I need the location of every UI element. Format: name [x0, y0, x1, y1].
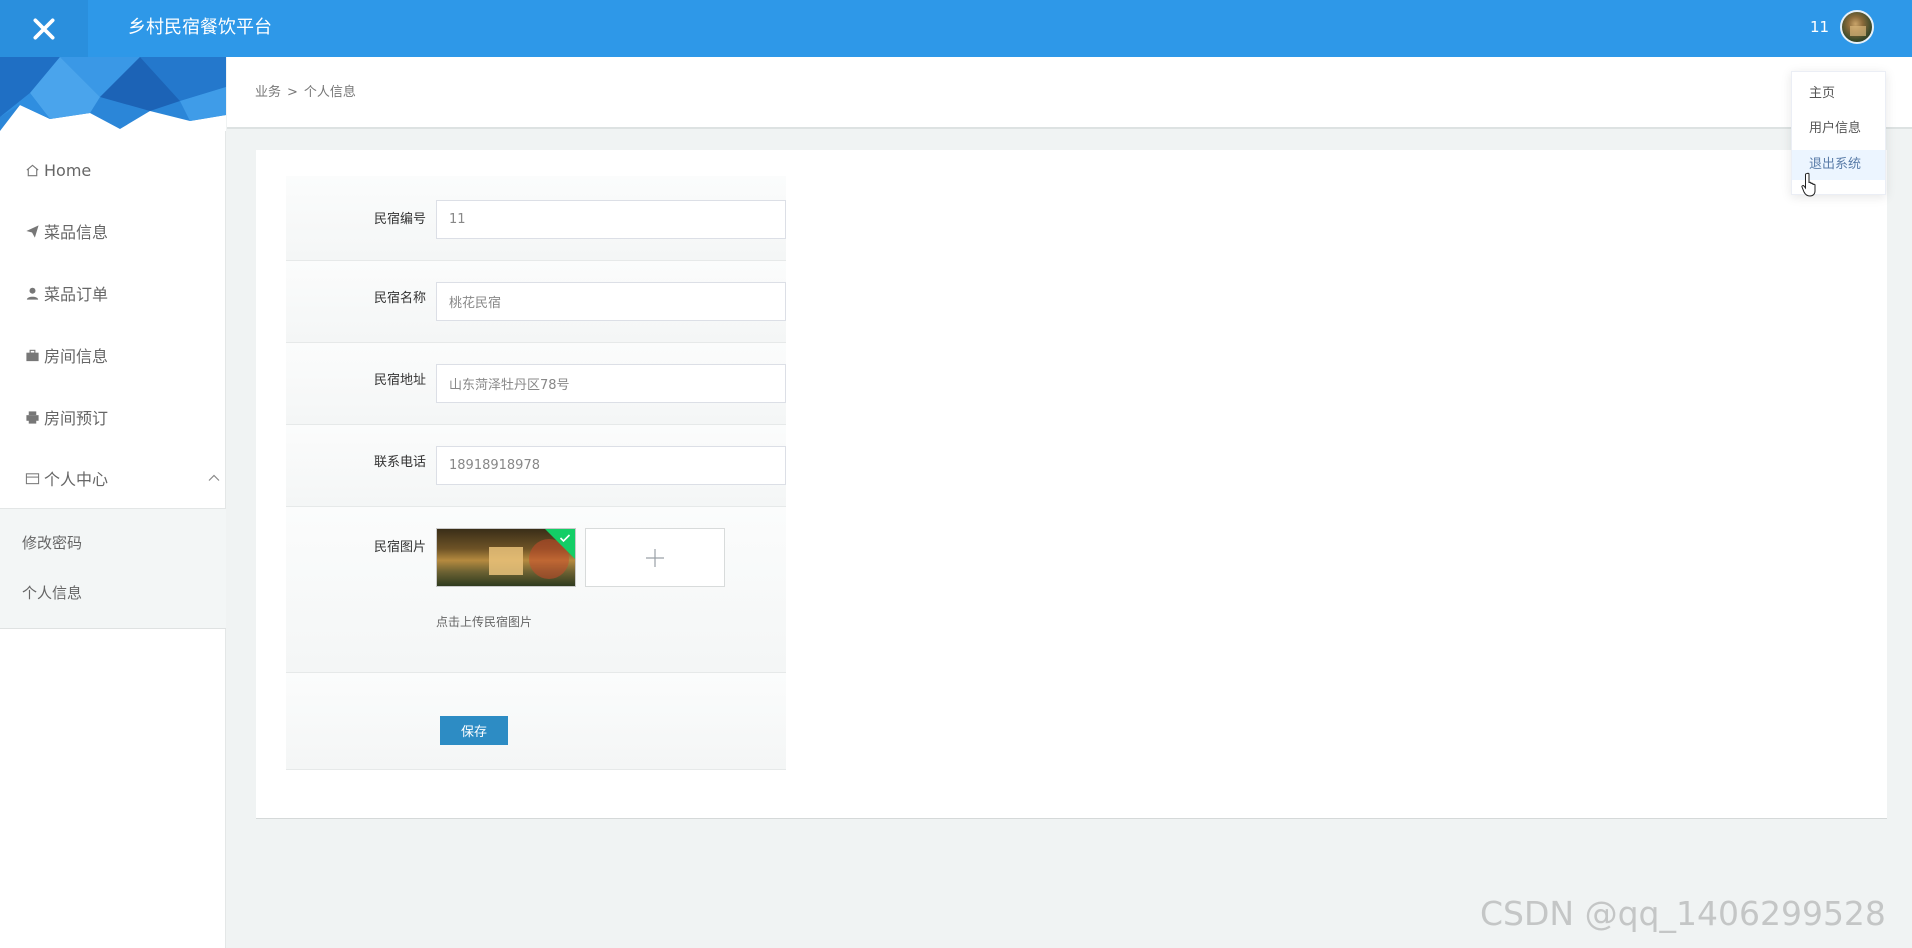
sidebar-item-room-info[interactable]: 房间信息: [0, 335, 226, 375]
form-row-phone: 联系电话: [286, 425, 786, 507]
sidebar: Home 菜品信息 菜品订单 房间信息 房间预订 个人中心 修改密码 个人信息: [0, 57, 226, 948]
user-icon: [24, 285, 40, 301]
field-label: 民宿图片: [373, 540, 426, 555]
submenu-item-change-password[interactable]: 修改密码: [22, 533, 82, 553]
dropdown-item-home[interactable]: 主页: [1792, 79, 1885, 109]
breadcrumb-current: 个人信息: [303, 85, 356, 100]
check-icon: [559, 534, 571, 543]
homestay-image-thumbnail[interactable]: [436, 528, 576, 587]
sidebar-item-dish-info[interactable]: 菜品信息: [0, 211, 226, 251]
watermark: CSDN @qq_1406299528: [1480, 894, 1886, 933]
sidebar-item-personal-center[interactable]: 个人中心: [0, 458, 226, 498]
wallet-icon: [24, 470, 40, 486]
form-row-homestay-name: 民宿名称: [286, 261, 786, 343]
hand-cursor-icon: [1801, 172, 1816, 197]
form-row-homestay-id: 民宿编号: [286, 176, 786, 261]
sidebar-item-label: 菜品信息: [44, 223, 109, 242]
user-id[interactable]: 11: [1810, 17, 1829, 37]
field-label: 民宿编号: [373, 212, 426, 227]
submenu-item-personal-info[interactable]: 个人信息: [22, 583, 82, 603]
breadcrumb-separator: >: [287, 85, 298, 100]
sidebar-item-dish-orders[interactable]: 菜品订单: [0, 273, 226, 313]
briefcase-icon: [24, 347, 40, 363]
homestay-address-field[interactable]: [436, 364, 786, 403]
form-row-homestay-address: 民宿地址: [286, 343, 786, 425]
homestay-id-field[interactable]: [436, 200, 786, 239]
phone-field[interactable]: [436, 446, 786, 485]
form-row-actions: [286, 673, 786, 770]
breadcrumb: 业务 > 个人信息: [255, 84, 356, 102]
top-header: 乡村民宿餐饮平台 11: [0, 0, 1912, 57]
save-button[interactable]: 保存: [440, 716, 508, 745]
profile-form-card: 民宿编号 民宿名称 民宿地址 联系电话 民宿图片 点击上传民宿图片 保存: [256, 150, 1887, 819]
sidebar-item-label: 菜品订单: [44, 285, 109, 304]
breadcrumb-parent[interactable]: 业务: [255, 85, 281, 100]
sidebar-item-label: 房间信息: [44, 347, 109, 366]
close-sidebar-button[interactable]: [0, 0, 88, 57]
field-label: 民宿地址: [373, 373, 426, 388]
sidebar-item-label: 房间预订: [44, 409, 109, 428]
upload-hint: 点击上传民宿图片: [436, 615, 533, 629]
field-label: 联系电话: [373, 455, 426, 470]
form-row-homestay-image: 民宿图片 点击上传民宿图片: [286, 507, 786, 673]
printer-icon: [24, 409, 40, 425]
image-upload-button[interactable]: [585, 528, 725, 587]
dropdown-item-user-info[interactable]: 用户信息: [1792, 114, 1885, 144]
sidebar-banner: [0, 57, 226, 131]
chevron-up-icon: [208, 474, 220, 481]
breadcrumb-bar: 业务 > 个人信息: [227, 57, 1912, 129]
sidebar-item-home[interactable]: Home: [0, 150, 226, 190]
app-title: 乡村民宿餐饮平台: [128, 17, 272, 38]
sidebar-item-label: 个人中心: [44, 470, 109, 489]
close-icon: [33, 17, 55, 40]
homestay-name-field[interactable]: [436, 282, 786, 321]
field-label: 民宿名称: [373, 291, 426, 306]
plus-icon: [646, 548, 664, 567]
personal-center-submenu: 修改密码 个人信息: [0, 508, 226, 629]
send-icon: [24, 223, 40, 239]
avatar[interactable]: [1840, 10, 1874, 44]
home-icon: [24, 162, 40, 178]
sidebar-item-room-booking[interactable]: 房间预订: [0, 397, 226, 437]
sidebar-item-label: Home: [44, 160, 92, 180]
